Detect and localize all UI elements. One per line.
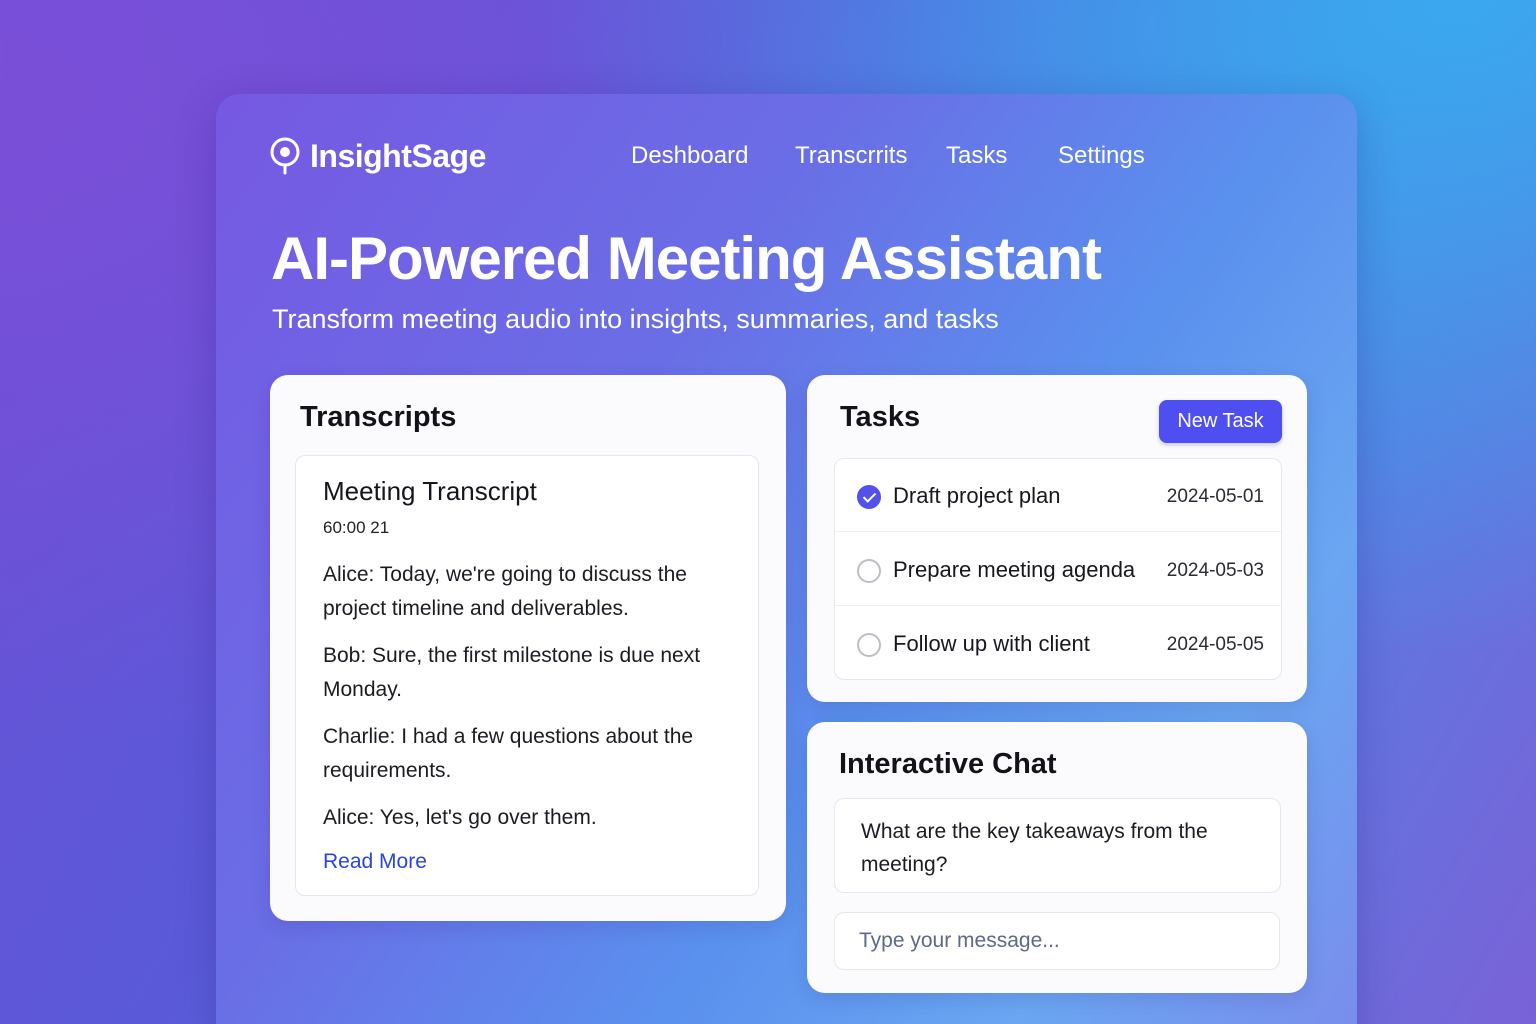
- transcript-time: 60:00 21: [323, 518, 390, 537]
- task-list: Draft project plan 2024-05-01 Prepare me…: [834, 458, 1282, 680]
- checkbox-unchecked-icon[interactable]: [857, 633, 881, 657]
- transcript-line: Bob: Sure, the first milestone is due ne…: [323, 644, 701, 701]
- checkbox-checked-icon[interactable]: [857, 485, 881, 509]
- task-date: 2024-05-03: [1166, 560, 1264, 581]
- transcript-line: Alice: Today, we're going to discuss the…: [323, 563, 687, 620]
- transcript-lines: Alice: Today, we're going to discuss the…: [323, 558, 743, 848]
- page-subtitle: Transform meeting audio into insights, s…: [272, 304, 999, 334]
- tasks-title: Tasks: [840, 401, 921, 433]
- page-title: AI-Powered Meeting Assistant: [271, 225, 1102, 292]
- task-label: Prepare meeting agenda: [893, 557, 1136, 582]
- chat-card: Interactive Chat What are the key takeaw…: [807, 722, 1307, 993]
- task-row[interactable]: Prepare meeting agenda 2024-05-03: [835, 533, 1281, 606]
- task-date: 2024-05-01: [1166, 486, 1264, 507]
- task-label: Follow up with client: [893, 631, 1090, 656]
- chat-title: Interactive Chat: [839, 748, 1057, 780]
- tasks-card: Tasks New Task Draft project plan 2024-0…: [807, 375, 1307, 702]
- task-date: 2024-05-05: [1166, 634, 1264, 655]
- task-row[interactable]: Follow up with client 2024-05-05: [835, 607, 1281, 679]
- transcript-title: Meeting Transcript: [323, 476, 537, 506]
- transcript-line: Alice: Yes, let's go over them.: [323, 806, 597, 829]
- transcripts-title: Transcripts: [300, 401, 457, 433]
- nav-item-transcripts[interactable]: Transcrrits: [795, 142, 907, 170]
- app-window: InsightSage Deshboard Transcrrits Tasks …: [216, 94, 1357, 1024]
- checkbox-unchecked-icon[interactable]: [857, 559, 881, 583]
- main-nav: Deshboard Transcrrits Tasks Settings: [216, 142, 1357, 182]
- new-task-button[interactable]: New Task: [1159, 400, 1282, 443]
- read-more-link[interactable]: Read More: [323, 850, 427, 874]
- nav-item-dashboard[interactable]: Deshboard: [631, 142, 748, 170]
- transcript-item: Meeting Transcript 60:00 21 Alice: Today…: [295, 455, 759, 896]
- chat-input[interactable]: [834, 912, 1280, 970]
- chat-message: What are the key takeaways from the meet…: [834, 798, 1281, 893]
- transcript-line: Charlie: I had a few questions about the…: [323, 725, 694, 782]
- transcripts-card: Transcripts Meeting Transcript 60:00 21 …: [270, 375, 786, 921]
- nav-item-settings[interactable]: Settings: [1058, 142, 1145, 170]
- task-label: Draft project plan: [893, 483, 1061, 508]
- task-row[interactable]: Draft project plan 2024-05-01: [835, 459, 1281, 532]
- nav-item-tasks[interactable]: Tasks: [946, 142, 1007, 170]
